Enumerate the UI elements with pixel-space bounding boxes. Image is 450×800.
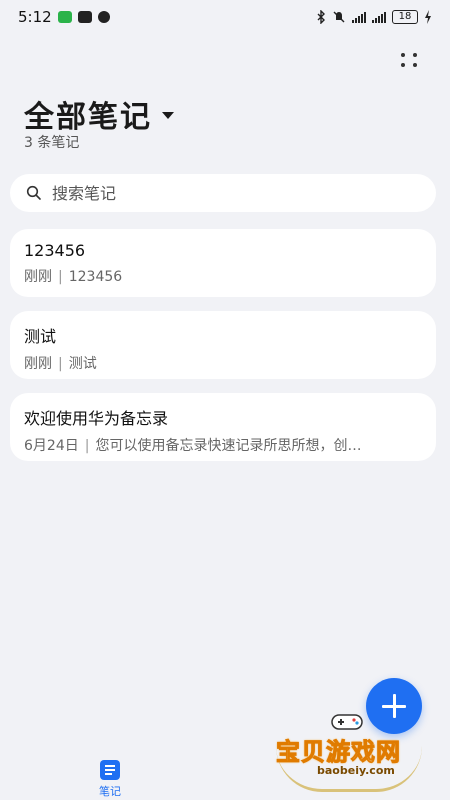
status-right: 18 [316, 10, 432, 24]
note-meta: 刚刚 | 123456 [24, 269, 123, 285]
note-meta: 刚刚 | 测试 [24, 356, 97, 372]
status-left: 5:12 [18, 8, 110, 26]
battery-icon: 18 [392, 10, 418, 24]
note-time: 6月24日 [24, 438, 79, 454]
signal-icon [372, 11, 386, 23]
status-bar: 5:12 18 [0, 0, 450, 34]
note-preview: 您可以使用备忘录快速记录所思所想，创… [95, 438, 362, 454]
page-title-text: 全部笔记 [24, 100, 152, 135]
bluetooth-icon [317, 10, 325, 24]
note-time: 刚刚 [24, 269, 52, 285]
note-title: 123456 [24, 241, 86, 260]
gamepad-icon [331, 714, 363, 730]
dropdown-caret-icon [162, 111, 174, 119]
wechat-icon [57, 11, 72, 23]
page-title[interactable]: 全部笔记 [24, 92, 174, 136]
nfc-icon [77, 11, 92, 23]
mute-icon [333, 11, 345, 23]
note-card[interactable]: 测试 刚刚 | 测试 [10, 311, 436, 379]
search-input[interactable] [52, 183, 392, 203]
note-title: 测试 [24, 327, 57, 346]
more-icon[interactable] [398, 48, 422, 72]
note-preview: 123456 [68, 269, 123, 285]
search-icon [26, 185, 41, 200]
alarm-icon [97, 11, 110, 23]
notes-icon [100, 760, 120, 780]
note-meta: 6月24日 | 您可以使用备忘录快速记录所思所想，创… [24, 438, 362, 454]
nav-item-notes[interactable]: 笔记 [96, 760, 124, 799]
note-card[interactable]: 欢迎使用华为备忘录 6月24日 | 您可以使用备忘录快速记录所思所想，创… [10, 393, 436, 461]
note-time: 刚刚 [24, 356, 52, 372]
signal-icon [352, 11, 366, 23]
charging-icon [425, 10, 431, 24]
note-title: 欢迎使用华为备忘录 [24, 409, 169, 428]
note-preview: 测试 [68, 356, 97, 372]
status-time: 5:12 [18, 8, 52, 26]
nav-item-notes-label: 笔记 [99, 785, 121, 798]
bottom-nav: 笔记 [0, 756, 450, 800]
note-card[interactable]: 123456 刚刚 | 123456 [10, 229, 436, 297]
note-count: 3 条笔记 [24, 135, 80, 151]
search-bar[interactable] [10, 174, 436, 212]
